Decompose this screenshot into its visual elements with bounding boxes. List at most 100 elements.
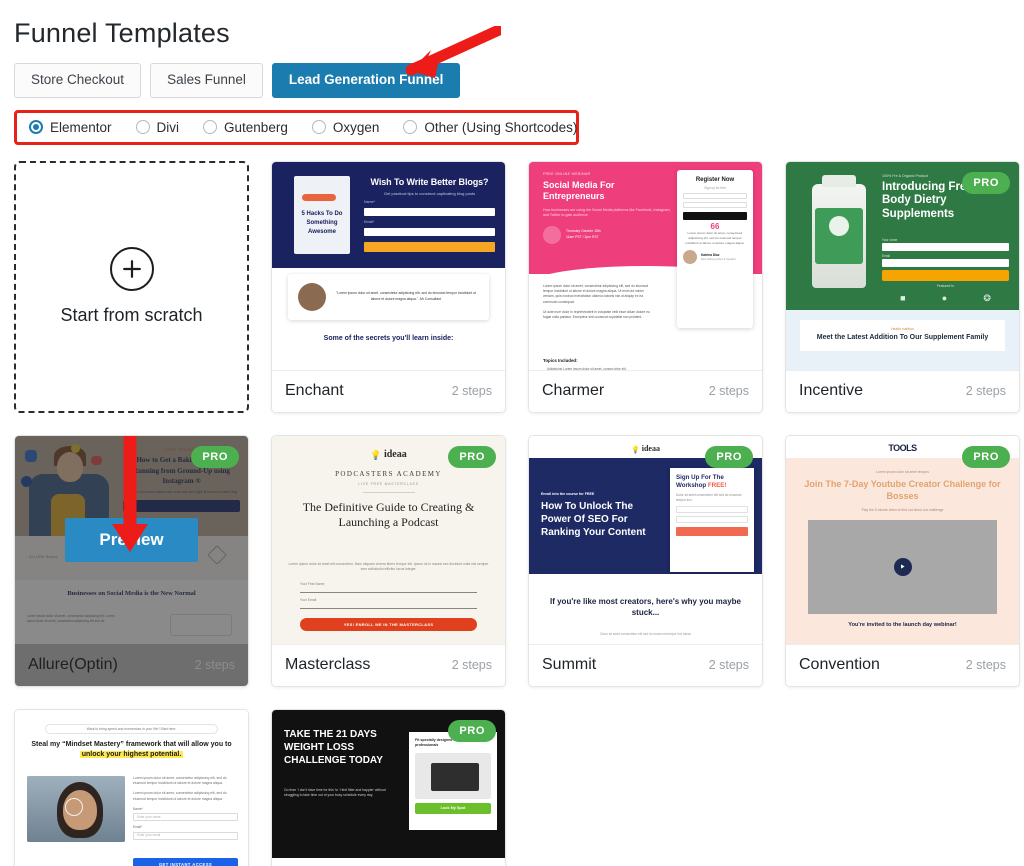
enchant-field-label-name: Name* xyxy=(364,200,375,205)
radio-icon-oxygen[interactable] xyxy=(311,120,326,135)
charmer-author-role: Best Selling Author & Speaker xyxy=(701,257,736,261)
start-from-scratch-card[interactable]: Start from scratch xyxy=(14,160,249,413)
page-builder-selector: Elementor Divi Gutenberg Oxygen Other (U… xyxy=(12,109,1012,145)
template-card-weightloss[interactable]: PRO TAKE THE 21 DAYS WEIGHT LOSS CHALLEN… xyxy=(271,708,506,866)
mindset-label-name: Name* xyxy=(133,806,143,811)
tab-sales-funnel[interactable]: Sales Funnel xyxy=(150,63,263,98)
template-card-enchant[interactable]: 5 Hacks To Do Something Awesome Wish To … xyxy=(271,160,506,413)
funnel-type-tabs: Store Checkout Sales Funnel Lead Generat… xyxy=(12,63,1012,98)
start-from-scratch-label: Start from scratch xyxy=(60,305,203,326)
enchant-field-label-email: Email* xyxy=(364,220,375,225)
enchant-subhead: Get practical tips to construct captivat… xyxy=(383,190,476,196)
template-thumbnail-charmer: FREE ONLINE WEBINAR Social Media For Ent… xyxy=(529,161,762,370)
convention-subhead: Play the 5 minute video to find out abou… xyxy=(861,507,944,512)
charmer-author-avatar xyxy=(683,250,697,265)
brand-icon-3: ❂ xyxy=(983,292,991,303)
summit-form-sub: Dolor sit amet consectetur elit sed do e… xyxy=(676,492,742,502)
template-card-convention[interactable]: PRO TOOLS Lorem ipsum dolor sit amet tem… xyxy=(785,434,1020,687)
builder-label-divi: Divi xyxy=(156,119,180,135)
mindset-name-field: Enter your name xyxy=(133,813,238,822)
masterclass-academy: PODCASTERS ACADEMY xyxy=(335,469,442,478)
charmer-form-sub: Sign up for free xyxy=(704,185,726,190)
template-steps: 2 steps xyxy=(451,384,492,399)
template-thumbnail-summit: PRO 💡 ideaa Enroll into the course for F… xyxy=(529,435,762,644)
builder-option-other[interactable]: Other (Using Shortcodes) xyxy=(403,120,577,135)
template-grid: Start from scratch 5 Hacks To Do Somethi… xyxy=(12,160,1020,866)
radio-icon-other[interactable] xyxy=(403,120,418,135)
summit-eyebrow: Enroll into the course for FREE xyxy=(541,491,595,496)
calendar-icon xyxy=(543,225,561,244)
template-thumbnail-mindset: Want to bring speed and momentum in your… xyxy=(15,709,248,866)
charmer-quote-mark: 66 xyxy=(710,222,720,232)
template-card-incentive[interactable]: PRO 100% Fre & Organic Product Introduci… xyxy=(785,160,1020,413)
template-steps: 2 steps xyxy=(965,384,1006,399)
charmer-body-p2: Ut aute irure dolor in reprehenderit in … xyxy=(543,309,650,320)
thumb-art-enchant: 5 Hacks To Do Something Awesome Wish To … xyxy=(272,161,505,370)
builder-label-gutenberg: Gutenberg xyxy=(224,119,288,135)
template-card-allure-optin[interactable]: PRO FREE TRAINING How to Get a Baking Bu… xyxy=(14,434,249,687)
card-footer: Enchant 2 steps xyxy=(272,369,505,412)
radio-icon-gutenberg[interactable] xyxy=(203,120,218,135)
tab-lead-generation-funnel[interactable]: Lead Generation Funnel xyxy=(271,63,461,98)
card-footer: Summit 2 steps xyxy=(529,643,762,686)
builder-option-oxygen[interactable]: Oxygen xyxy=(311,120,379,135)
template-name: Incentive xyxy=(799,382,864,400)
charmer-topics-title: Topics Included: xyxy=(543,357,578,363)
card-footer: Masterclass 2 steps xyxy=(272,643,505,686)
template-card-masterclass[interactable]: PRO 💡 ideaa PODCASTERS ACADEMY LIVE FREE… xyxy=(271,434,506,687)
charmer-date-line1: Thursday October 18th xyxy=(566,229,601,234)
builder-option-divi[interactable]: Divi xyxy=(135,119,180,135)
template-name: Allure(Optin) xyxy=(28,656,118,674)
builder-label-elementor: Elementor xyxy=(50,119,112,135)
card-footer: Incentive 2 steps xyxy=(786,369,1019,412)
charmer-eyebrow: FREE ONLINE WEBINAR xyxy=(543,171,591,176)
template-card-summit[interactable]: PRO 💡 ideaa Enroll into the course for F… xyxy=(528,434,763,687)
enchant-cta-button xyxy=(364,242,495,253)
incentive-lower-eyebrow: Health nutrition xyxy=(891,326,914,331)
template-card-mindset[interactable]: Want to bring speed and momentum in your… xyxy=(14,708,249,866)
card-footer: Allure(Optin) 2 steps xyxy=(15,643,248,686)
enchant-avatar xyxy=(298,282,326,311)
template-steps: 2 steps xyxy=(708,658,749,673)
card-footer: Charmer 2 steps xyxy=(529,369,762,412)
convention-video-placeholder xyxy=(808,519,997,614)
tab-store-checkout[interactable]: Store Checkout xyxy=(14,63,142,98)
summit-lower-heading: If you're like most creators, here's why… xyxy=(550,596,741,618)
template-name: Convention xyxy=(799,656,880,674)
brand-icon-2: ● xyxy=(941,292,948,303)
template-name: Enchant xyxy=(285,382,344,400)
page-title: Funnel Templates xyxy=(14,18,230,48)
radio-icon-divi[interactable] xyxy=(135,120,150,135)
charmer-body-p1: Lorem ipsum dolor sit amet, consectetur … xyxy=(543,283,649,304)
thumb-art-mindset: Want to bring speed and momentum in your… xyxy=(15,709,248,866)
mindset-label-email: Email* xyxy=(133,825,143,830)
template-name: Masterclass xyxy=(285,656,371,674)
mindset-headline: Steal my “Mindset Mastery” framework tha… xyxy=(31,740,232,748)
template-name: Summit xyxy=(542,656,597,674)
template-thumbnail-allure-optin: PRO FREE TRAINING How to Get a Baking Bu… xyxy=(15,435,248,644)
masterclass-sub: LIVE FREE MASTERCLASS xyxy=(358,481,419,486)
pro-badge: PRO xyxy=(962,171,1010,194)
builder-option-elementor[interactable]: Elementor xyxy=(29,120,112,135)
mindset-cta-button: GET INSTANT ACCESS xyxy=(133,857,238,866)
builder-label-other: Other (Using Shortcodes) xyxy=(424,119,578,135)
masterclass-label-firstname: Your First Name xyxy=(300,581,325,586)
template-thumbnail-enchant: 5 Hacks To Do Something Awesome Wish To … xyxy=(272,161,505,370)
brand-icon-1: ■ xyxy=(900,292,906,303)
pro-badge: PRO xyxy=(705,445,753,468)
incentive-cta-button xyxy=(882,269,1009,281)
weightloss-card-cta: Lock My Spot xyxy=(415,802,491,814)
preview-button[interactable]: Preview xyxy=(65,517,198,562)
template-steps: 2 steps xyxy=(965,658,1006,673)
play-icon xyxy=(893,557,912,576)
template-thumbnail-weightloss: PRO TAKE THE 21 DAYS WEIGHT LOSS CHALLEN… xyxy=(272,709,505,866)
summit-email-field xyxy=(676,515,748,523)
charmer-topic-1: Adipisicing Lorem ipsum dolor sit amet, … xyxy=(547,366,627,370)
builder-option-gutenberg[interactable]: Gutenberg xyxy=(203,120,288,135)
convention-invite: You're invited to the launch day webinar… xyxy=(848,621,957,628)
radio-icon-elementor[interactable] xyxy=(29,120,43,135)
template-card-charmer[interactable]: FREE ONLINE WEBINAR Social Media For Ent… xyxy=(528,160,763,413)
masterclass-logo: ideaa xyxy=(383,448,407,460)
pro-badge: PRO xyxy=(191,445,239,468)
mindset-headline-highlight: unlock your highest potential. xyxy=(79,751,184,759)
